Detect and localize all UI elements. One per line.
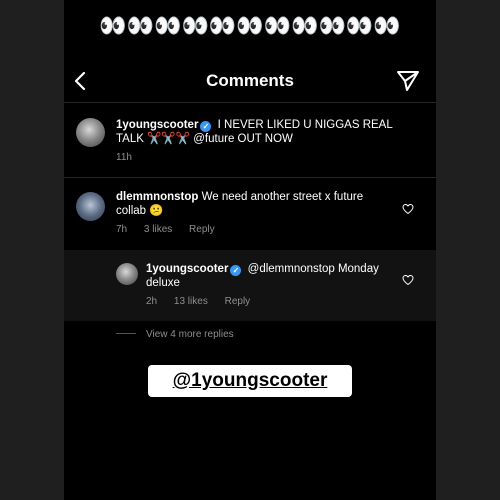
comment-time: 7h [116,224,128,235]
right-letterbox [436,0,500,500]
comment-meta: 11h [116,152,146,163]
avatar[interactable] [76,192,105,221]
view-more-replies[interactable]: View 4 more replies [116,329,234,340]
comment-body: 1youngscooter ✓ I NEVER LIKED U NIGGAS RE… [116,118,416,146]
comment-username[interactable]: dlemmnonstop [116,191,198,203]
verified-badge-icon: ✓ [200,121,212,132]
left-letterbox [0,0,64,500]
avatar[interactable] [76,118,105,147]
comment-username[interactable]: 1youngscooter [116,119,198,131]
comment-meta: 2h 13 likes Reply [146,296,264,307]
comment-username[interactable]: 1youngscooter [146,263,228,275]
reply-row: 1youngscooter ✓ @dlemmnonstop Monday delu… [64,260,436,315]
sticker-handle: @1youngscooter [172,370,328,391]
comment-time: 11h [116,152,132,163]
comment-body: dlemmnonstop We need another street x fu… [116,190,386,218]
comment-body: 1youngscooter ✓ @dlemmnonstop Monday delu… [146,262,386,290]
page-title: Comments [206,71,294,90]
reply-button[interactable]: Reply [225,296,251,307]
verified-badge-icon: ✓ [230,265,242,276]
mention-sticker[interactable]: @1youngscooter [148,365,352,397]
comment-likes[interactable]: 3 likes [144,224,172,235]
thread-line [116,333,136,334]
reply-button[interactable]: Reply [189,224,215,235]
direct-send-icon[interactable] [396,70,420,92]
view-more-label: View 4 more replies [146,329,234,340]
comment-meta: 7h 3 likes Reply [116,224,229,235]
like-heart-icon[interactable] [402,274,414,286]
avatar[interactable] [116,263,138,285]
header-divider [64,102,436,103]
caption-divider [64,177,436,178]
comments-header: Comments [64,66,436,98]
eyes-emoji-row: 👀👀👀👀👀👀👀👀👀👀👀 [99,13,401,38]
comment-time: 2h [146,296,158,307]
caption-comment: 1youngscooter ✓ I NEVER LIKED U NIGGAS RE… [64,114,436,174]
comment-row: dlemmnonstop We need another street x fu… [64,188,436,243]
like-heart-icon[interactable] [402,203,414,215]
comments-screen: 👀👀👀👀👀👀👀👀👀👀👀 Comments 1youngscooter ✓ I NE… [64,0,436,500]
comment-likes[interactable]: 13 likes [174,296,208,307]
